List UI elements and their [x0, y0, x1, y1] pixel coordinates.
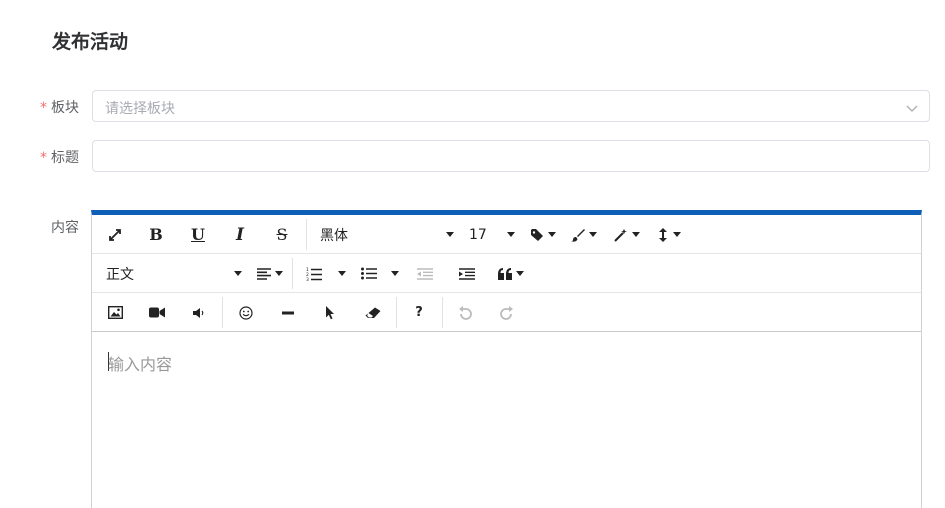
quote-icon	[498, 267, 512, 280]
quote-button[interactable]	[496, 254, 526, 293]
outdent-icon	[417, 267, 433, 280]
video-camera-icon	[149, 307, 165, 318]
font-family-value: 黑体	[320, 227, 348, 244]
title-input[interactable]	[92, 140, 930, 172]
tag-color-button[interactable]	[528, 215, 558, 254]
page-title: 发布活动	[52, 31, 129, 53]
indent-icon	[459, 267, 475, 280]
caret-down-icon	[446, 232, 454, 237]
select-all-button[interactable]	[317, 293, 343, 332]
caret-down-icon	[275, 271, 283, 276]
editor-content-area[interactable]: 输入内容	[92, 332, 921, 508]
toolbar-separator	[442, 297, 443, 328]
horizontal-rule-button[interactable]	[275, 293, 301, 332]
expand-icon	[108, 228, 122, 242]
toolbar-separator	[306, 219, 307, 250]
ordered-list-button[interactable]: 123	[306, 254, 346, 293]
caret-down-icon	[672, 232, 681, 237]
redo-button[interactable]	[494, 293, 520, 332]
caret-down-icon	[234, 271, 242, 276]
caret-down-icon	[548, 232, 556, 237]
toolbar-separator	[396, 297, 397, 328]
title-label: * 标题	[40, 147, 79, 167]
fullscreen-button[interactable]	[102, 215, 128, 254]
toolbar-row-3: ?	[92, 293, 921, 332]
bold-button[interactable]: B	[143, 215, 169, 254]
italic-button[interactable]: I	[227, 215, 253, 254]
indent-button[interactable]	[454, 254, 480, 293]
rich-text-editor: B U I S 黑体 17 正文 1 2 3 ? 输入内容	[91, 210, 922, 508]
toolbar-separator	[292, 258, 293, 289]
caret-down-icon	[391, 271, 399, 276]
board-label-text: 板块	[51, 100, 79, 116]
help-button[interactable]: ?	[406, 293, 432, 332]
ordered-list-icon: 123	[306, 267, 322, 281]
insert-image-button[interactable]	[102, 293, 128, 332]
font-size-dropdown[interactable]: 17	[469, 215, 515, 254]
vertical-arrows-icon	[658, 227, 668, 243]
bullet-list-icon	[361, 267, 377, 280]
caret-down-icon	[507, 232, 515, 237]
font-family-dropdown[interactable]: 黑体	[320, 215, 454, 254]
emoji-button[interactable]	[233, 293, 259, 332]
font-size-value: 17	[469, 226, 487, 243]
caret-down-icon	[516, 271, 524, 276]
horizontal-line-icon	[282, 311, 294, 315]
align-button[interactable]	[254, 254, 286, 293]
paragraph-dropdown[interactable]: 正文	[106, 254, 242, 293]
outdent-button[interactable]	[412, 254, 438, 293]
undo-icon	[458, 305, 472, 320]
clear-format-button[interactable]	[360, 293, 386, 332]
magic-wand-icon	[614, 228, 628, 242]
underline-button[interactable]: U	[185, 215, 211, 254]
board-label: * 板块	[40, 97, 79, 117]
insert-video-button[interactable]	[144, 293, 170, 332]
image-icon	[107, 306, 123, 319]
volume-icon	[193, 307, 205, 319]
caret-down-icon	[338, 271, 346, 276]
line-height-button[interactable]	[654, 215, 684, 254]
bullet-list-button[interactable]	[361, 254, 399, 293]
paragraph-value: 正文	[106, 266, 134, 283]
brush-icon	[571, 228, 585, 242]
align-left-icon	[257, 267, 271, 280]
required-mark: *	[40, 150, 47, 166]
smiley-icon	[239, 305, 253, 320]
editor-placeholder: 输入内容	[108, 355, 173, 374]
toolbar-row-2: 正文 123	[92, 254, 921, 293]
magic-wand-button[interactable]	[612, 215, 642, 254]
svg-text:3: 3	[306, 277, 309, 281]
title-label-text: 标题	[51, 150, 79, 166]
required-mark: *	[40, 100, 47, 116]
caret-down-icon	[632, 232, 640, 237]
redo-icon	[500, 305, 514, 320]
strikethrough-button[interactable]: S	[269, 215, 295, 254]
tag-icon	[530, 228, 544, 242]
undo-button[interactable]	[452, 293, 478, 332]
toolbar-row-1: B U I S 黑体 17	[92, 215, 921, 254]
eraser-icon	[365, 307, 381, 319]
editor-toolbar: B U I S 黑体 17 正文 1 2 3 ?	[92, 215, 921, 332]
content-label: 内容	[51, 220, 79, 236]
caret-down-icon	[589, 232, 597, 237]
cursor-pointer-icon	[325, 305, 335, 320]
chevron-down-icon	[905, 100, 919, 114]
board-select-placeholder: 请选择板块	[105, 101, 175, 117]
brush-color-button[interactable]	[569, 215, 599, 254]
insert-audio-button[interactable]	[186, 293, 212, 332]
toolbar-separator	[222, 297, 223, 328]
board-select[interactable]: 请选择板块	[92, 90, 930, 122]
